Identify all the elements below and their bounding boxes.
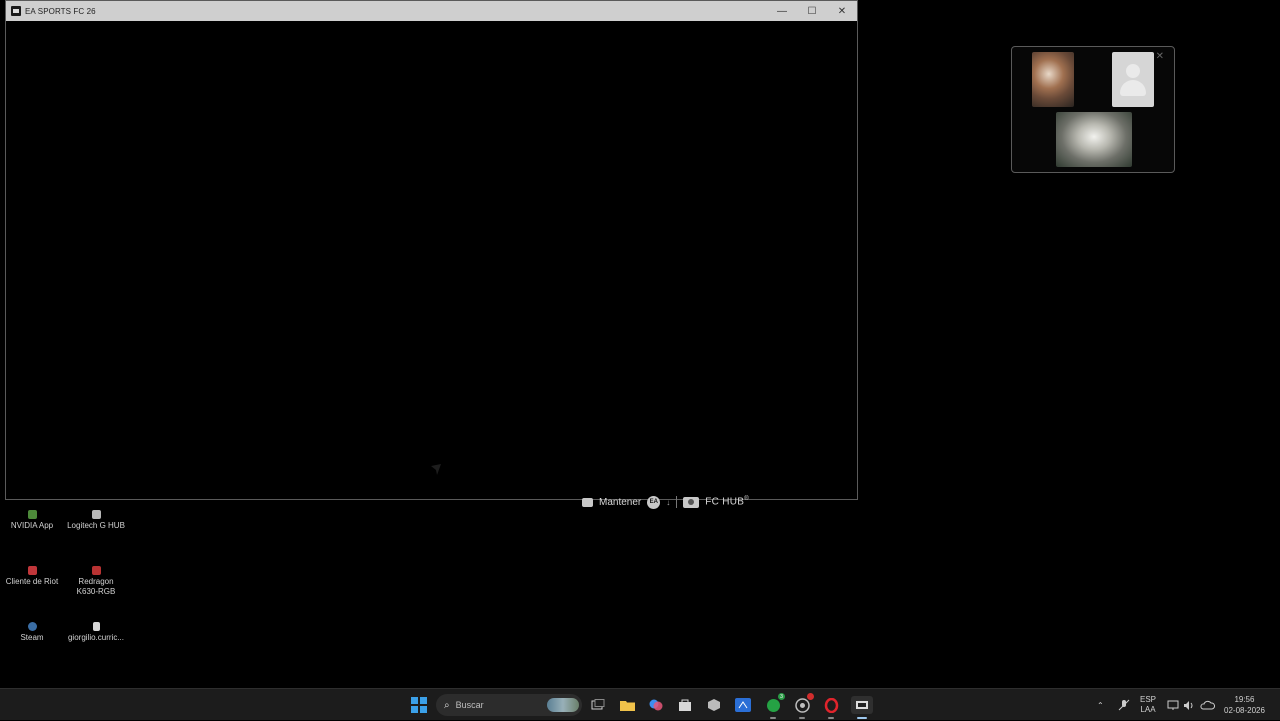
notification-dot xyxy=(807,693,814,700)
battery-button[interactable] xyxy=(1200,689,1215,721)
logitech-icon xyxy=(91,510,101,519)
close-button[interactable]: ✕ xyxy=(827,1,857,21)
volume-button[interactable] xyxy=(1183,689,1195,721)
taskbar-search[interactable]: ⌕ Buscar xyxy=(436,694,582,716)
running-indicator xyxy=(799,717,805,719)
camera-key-icon xyxy=(683,496,700,508)
hint-bar: Mantener EA ↓ FC HUB® xyxy=(582,492,749,512)
file-explorer-button[interactable] xyxy=(618,696,636,714)
search-placeholder: Buscar xyxy=(455,700,484,710)
desktop-icon-label: NVIDIA App xyxy=(10,521,54,530)
unity-hub-button[interactable] xyxy=(705,696,723,714)
clock-time: 19:56 xyxy=(1234,695,1255,704)
chrome-button[interactable] xyxy=(793,693,814,719)
ea-app-icon xyxy=(11,6,21,16)
title-bar[interactable]: EA SPORTS FC 26 — ☐ ✕ xyxy=(6,1,857,21)
game-window[interactable]: EA SPORTS FC 26 — ☐ ✕ Mantener EA ↓ FC H… xyxy=(5,0,858,509)
folder-icon xyxy=(619,701,635,711)
desktop-icon-steam[interactable]: Steam xyxy=(0,622,64,643)
active-indicator xyxy=(857,717,867,719)
keyboard-layout: LAA xyxy=(1140,705,1156,714)
browser-icon xyxy=(794,697,810,713)
opera-gx-button[interactable] xyxy=(822,696,840,719)
search-icon: ⌕ xyxy=(444,699,450,711)
whatsapp-button[interactable]: 3 xyxy=(764,693,785,719)
riot-icon xyxy=(27,566,37,575)
ea-logo-icon: EA xyxy=(647,495,661,509)
language-code: ESP xyxy=(1140,695,1157,704)
nvidia-icon xyxy=(27,510,37,519)
close-icon: ✕ xyxy=(837,5,847,17)
ea-badge-text: EA xyxy=(649,499,658,505)
arrow-down-icon: ↓ xyxy=(666,497,671,507)
vs-code-button[interactable] xyxy=(734,696,752,714)
redragon-icon xyxy=(91,566,101,575)
maximize-button[interactable]: ☐ xyxy=(797,1,827,21)
whatsapp-icon xyxy=(766,698,780,712)
desktop-icon-riot[interactable]: Cliente de Riot xyxy=(0,566,64,587)
language-indicator[interactable]: ESP LAA xyxy=(1140,689,1156,721)
close-icon[interactable]: ✕ xyxy=(1156,51,1164,62)
ea-fc-icon xyxy=(856,701,868,709)
desktop-icon-label: Steam xyxy=(20,633,44,642)
participant-avatar[interactable] xyxy=(1112,52,1154,107)
desktop-icon-redragon[interactable]: Redragon K630-RGB xyxy=(64,566,128,597)
separator xyxy=(676,496,678,508)
desktop-icon-label: giorgilio.curric... xyxy=(67,633,124,642)
file-icon xyxy=(92,622,100,631)
minimize-icon: — xyxy=(777,5,787,17)
code-editor-icon xyxy=(735,698,751,712)
cursor-icon xyxy=(431,464,441,475)
keyboard-key-icon xyxy=(582,497,593,507)
ea-fc-taskbar-button[interactable] xyxy=(851,696,873,719)
task-view-icon xyxy=(591,699,605,710)
mic-muted-button[interactable] xyxy=(1118,689,1130,721)
notification-badge: 3 xyxy=(778,693,785,700)
steam-icon xyxy=(27,622,37,631)
maximize-icon: ☐ xyxy=(807,5,817,17)
chevron-up-icon: ⌃ xyxy=(1097,700,1104,710)
running-indicator xyxy=(828,717,834,719)
video-call-panel[interactable]: ✕ xyxy=(1011,46,1175,173)
opera-icon xyxy=(824,697,838,713)
fc-hub-label[interactable]: FC HUB® xyxy=(705,496,749,507)
speaker-icon xyxy=(1184,700,1193,710)
desktop-icon-label: Logitech G HUB xyxy=(67,521,125,530)
start-button[interactable] xyxy=(410,696,428,714)
network-icon xyxy=(1167,700,1179,710)
cube-icon xyxy=(708,699,720,711)
running-indicator xyxy=(770,717,776,719)
store-icon xyxy=(679,699,691,711)
taskbar: ⌕ Buscar 3 ⌃ ESP LAA 19:56 02-08-2026 xyxy=(0,688,1280,720)
search-highlight-icon xyxy=(547,698,579,712)
task-view-button[interactable] xyxy=(589,696,607,714)
clock[interactable]: 19:56 02-08-2026 xyxy=(1224,689,1265,721)
window-title: EA SPORTS FC 26 xyxy=(25,6,96,16)
store-button[interactable] xyxy=(676,696,694,714)
desktop-icon-label: Redragon K630-RGB xyxy=(76,577,116,596)
copilot-button[interactable] xyxy=(647,696,665,714)
game-viewport[interactable]: Mantener EA ↓ FC HUB® xyxy=(6,21,857,509)
minimize-button[interactable]: — xyxy=(767,1,797,21)
tray-overflow-button[interactable]: ⌃ xyxy=(1097,689,1104,721)
desktop-icon-logitech[interactable]: Logitech G HUB xyxy=(64,510,128,531)
participant-video-2[interactable] xyxy=(1056,112,1132,167)
desktop: EA SPORTS FC 26 — ☐ ✕ Mantener EA ↓ FC H… xyxy=(0,0,1280,688)
clock-date: 02-08-2026 xyxy=(1224,706,1265,715)
mic-muted-icon xyxy=(1118,699,1130,711)
network-button[interactable] xyxy=(1167,689,1179,721)
keep-label: Mantener xyxy=(599,496,642,508)
avatar-body xyxy=(1120,80,1146,96)
avatar-head xyxy=(1126,64,1140,78)
cloud-status-icon xyxy=(1200,700,1215,709)
desktop-icon-nvidia[interactable]: NVIDIA App xyxy=(0,510,64,531)
participant-video-1[interactable] xyxy=(1032,52,1074,107)
desktop-icon-file[interactable]: giorgilio.curric... xyxy=(64,622,128,643)
copilot-icon xyxy=(649,699,663,711)
desktop-icon-label: Cliente de Riot xyxy=(5,577,59,586)
